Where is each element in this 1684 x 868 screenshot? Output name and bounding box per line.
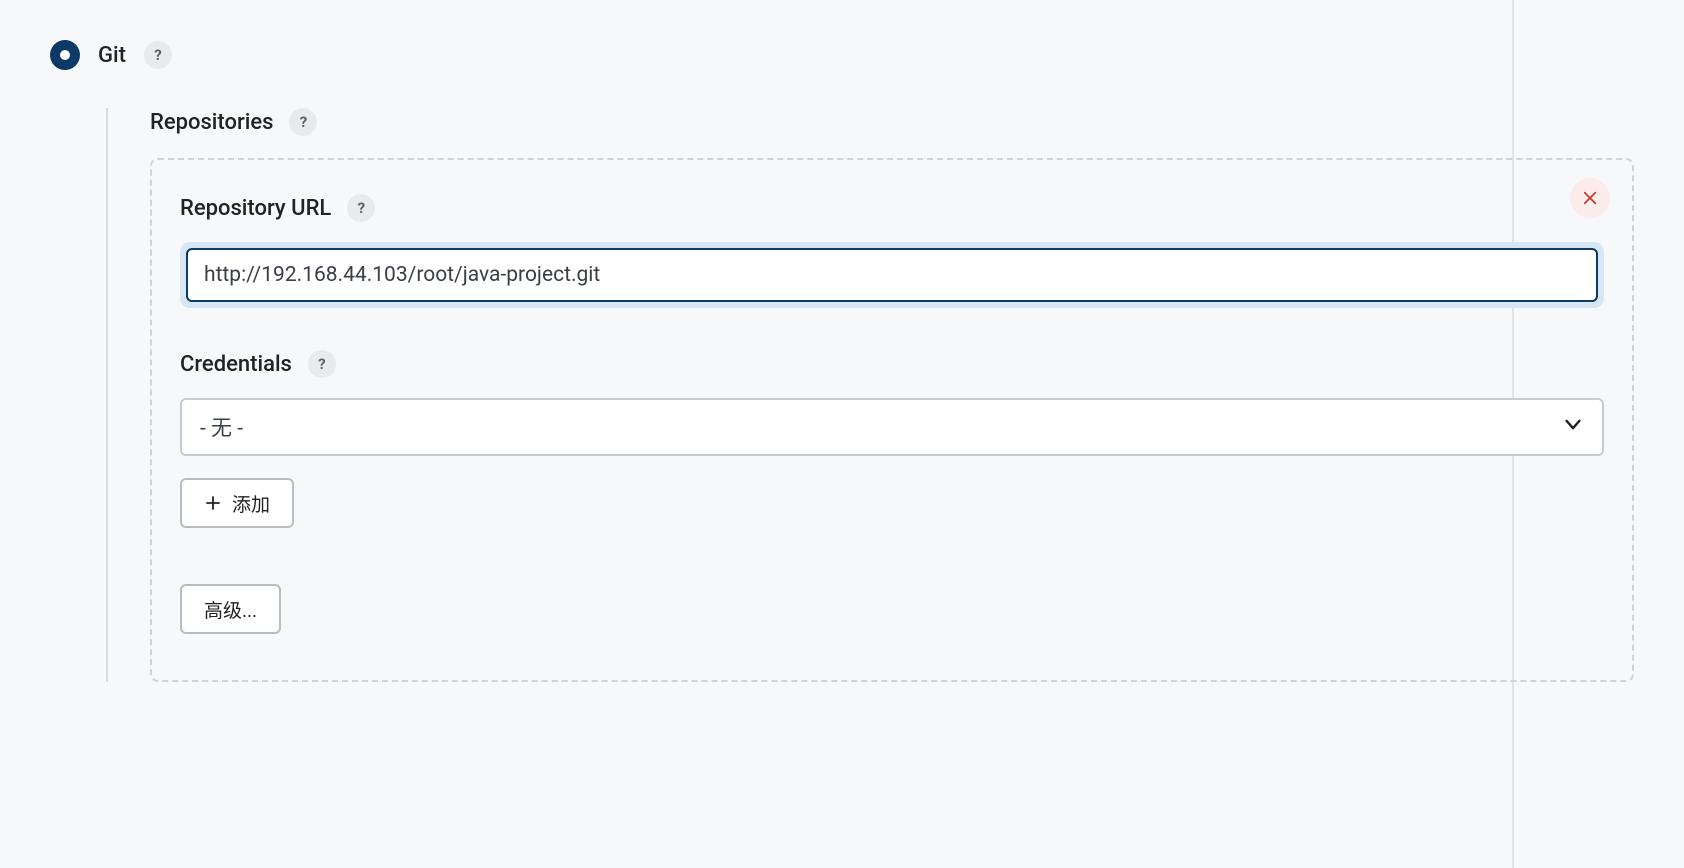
git-radio[interactable]: [50, 40, 80, 70]
repo-url-label-row: Repository URL ?: [180, 194, 1604, 222]
credentials-select-wrap: - 无 -: [180, 398, 1604, 456]
credentials-label-row: Credentials ?: [180, 350, 1604, 378]
add-button-label: 添加: [232, 490, 270, 517]
repository-entry: Repository URL ? Credentials ? - 无 -: [150, 158, 1634, 682]
git-config-panel: Git ? Repositories ? Repository URL ?: [0, 0, 1684, 868]
repo-url-field-wrap: [180, 242, 1604, 308]
repo-url-label: Repository URL: [180, 196, 331, 221]
repositories-label: Repositories: [150, 110, 273, 135]
credentials-block: Credentials ? - 无 -: [180, 350, 1604, 634]
add-credentials-button[interactable]: 添加: [180, 478, 294, 528]
help-icon[interactable]: ?: [347, 194, 375, 222]
advanced-button-label: 高级...: [204, 596, 257, 623]
close-icon: [1581, 189, 1599, 207]
help-icon[interactable]: ?: [144, 41, 172, 69]
credentials-selected-value: - 无 -: [200, 412, 243, 442]
help-icon[interactable]: ?: [308, 350, 336, 378]
scm-git-option: Git ?: [50, 40, 1634, 70]
git-label: Git: [98, 43, 126, 68]
repo-url-input[interactable]: [186, 248, 1598, 302]
radio-dot-icon: [60, 50, 70, 60]
help-icon[interactable]: ?: [289, 108, 317, 136]
repositories-header: Repositories ?: [150, 108, 1634, 136]
add-credentials-row: 添加: [180, 478, 1604, 528]
credentials-label: Credentials: [180, 352, 292, 377]
advanced-row: 高级...: [180, 584, 1604, 634]
credentials-select[interactable]: - 无 -: [180, 398, 1604, 456]
delete-repository-button[interactable]: [1570, 178, 1610, 218]
git-section-body: Repositories ? Repository URL ? Credenti…: [106, 108, 1634, 682]
plus-icon: [204, 494, 222, 512]
advanced-button[interactable]: 高级...: [180, 584, 281, 634]
